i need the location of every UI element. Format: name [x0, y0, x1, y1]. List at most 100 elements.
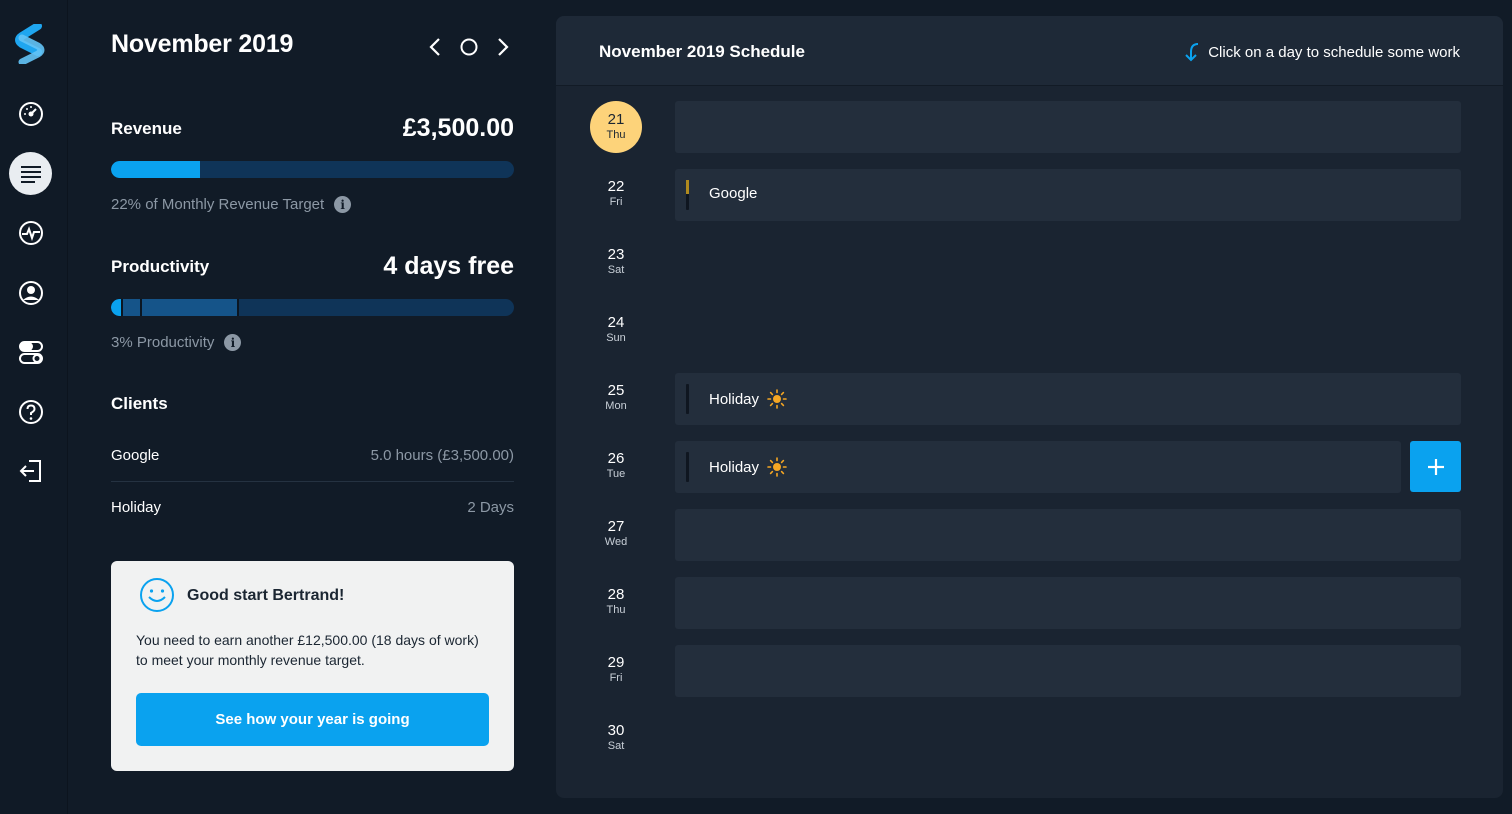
schedule-hint: Click on a day to schedule some work [1182, 42, 1460, 62]
day-number: 28 [607, 586, 625, 603]
add-work-button[interactable] [1410, 441, 1461, 492]
day-number: 21 [607, 111, 625, 128]
slot-marker [686, 452, 689, 482]
scheduled-day-slot[interactable]: Holiday [675, 373, 1461, 425]
slot-label: Google [709, 185, 757, 202]
day-of-week: Mon [605, 400, 627, 412]
day-number: 25 [607, 382, 625, 399]
day-label[interactable]: 25 Mon [591, 383, 641, 413]
revenue-note: 22% of Monthly Revenue Target i [111, 196, 352, 213]
empty-day-slot[interactable] [675, 101, 1461, 153]
day-label[interactable]: 22 Fri [591, 179, 641, 209]
productivity-value: 4 days free [383, 252, 514, 280]
day-label[interactable]: 27 Wed [591, 519, 641, 549]
motivation-card: Good start Bertrand! You need to earn an… [111, 561, 514, 771]
slot-label-text: Holiday [709, 458, 760, 476]
schedule-panel: Wed21Thu22FriGoogle23Sat24Sun25MonHolida… [556, 16, 1503, 798]
nav-logout[interactable] [9, 449, 52, 492]
productivity-note: 3% Productivity i [111, 334, 242, 351]
productivity-progress-bar [111, 299, 514, 316]
day-label[interactable]: 30 Sat [591, 723, 641, 753]
month-title: November 2019 [111, 30, 294, 58]
day-label[interactable]: 29 Fri [591, 655, 641, 685]
revenue-value: £3,500.00 [402, 114, 514, 142]
day-number: 30 [607, 722, 625, 739]
day-label[interactable]: 26 Tue [591, 451, 641, 481]
productivity-label: Productivity [111, 257, 210, 276]
logo-icon[interactable] [14, 24, 46, 64]
client-value: 2 Days [467, 498, 514, 516]
slot-marker [686, 180, 689, 210]
info-icon[interactable]: i [334, 196, 352, 213]
client-name: Holiday [111, 498, 162, 516]
day-of-week: Fri [609, 672, 623, 684]
day-label[interactable]: 28 Thu [591, 587, 641, 617]
schedule-header: November 2019 Schedule Click on a day to… [556, 16, 1503, 86]
productivity-tick [140, 299, 142, 316]
help-icon [18, 399, 43, 424]
nav-dashboard[interactable] [9, 92, 52, 135]
nav-activity[interactable] [9, 211, 52, 254]
day-number: 22 [607, 178, 625, 195]
see-year-button[interactable]: See how your year is going [136, 693, 489, 746]
plus-icon [1427, 458, 1444, 475]
summary-panel: November 2019 Revenue £3,500.00 22% of M… [111, 0, 514, 814]
settings-toggle-icon [18, 340, 43, 364]
smiley-face-icon [140, 578, 174, 612]
revenue-label: Revenue [111, 119, 182, 138]
slot-marker [686, 384, 689, 414]
schedule-list-icon [20, 165, 41, 183]
sidebar [0, 0, 68, 814]
nav-schedule[interactable] [9, 152, 52, 195]
client-row-google[interactable]: Google 5.0 hours (£3,500.00) [111, 429, 514, 481]
revenue-progress-bar [111, 161, 514, 178]
curved-arrow-down-icon [1185, 43, 1199, 62]
day-label[interactable]: 23 Sat [591, 247, 641, 277]
nav-settings[interactable] [9, 330, 52, 373]
next-month-button[interactable] [492, 36, 514, 58]
slot-label: Holiday [709, 457, 787, 477]
empty-day-slot[interactable] [675, 577, 1461, 629]
sun-icon [767, 389, 787, 409]
dashboard-icon [18, 101, 43, 126]
schedule-rows: Wed21Thu22FriGoogle23Sat24Sun25MonHolida… [556, 16, 1503, 798]
scheduled-day-slot[interactable]: Google [675, 169, 1461, 221]
day-of-week: Thu [606, 604, 626, 616]
activity-icon [18, 220, 43, 245]
day-number: 29 [607, 654, 625, 671]
day-of-week: Sat [607, 264, 625, 276]
prev-month-button[interactable] [424, 36, 446, 58]
day-label[interactable]: 24 Sun [591, 315, 641, 345]
day-number: 27 [607, 518, 625, 535]
clients-title: Clients [111, 394, 168, 413]
client-row-holiday[interactable]: Holiday 2 Days [111, 481, 514, 533]
slot-label: Holiday [709, 389, 787, 409]
current-month-button[interactable] [458, 36, 480, 58]
day-of-week: Sun [606, 332, 626, 344]
empty-day-slot[interactable] [675, 645, 1461, 697]
card-title: Good start Bertrand! [187, 587, 345, 604]
productivity-segment [121, 299, 238, 316]
card-body: You need to earn another £12,500.00 (18 … [136, 632, 479, 668]
schedule-title: November 2019 Schedule [599, 42, 805, 61]
empty-day-slot[interactable] [675, 509, 1461, 561]
chevron-left-icon [429, 38, 440, 56]
nav-help[interactable] [9, 390, 52, 433]
day-of-week: Tue [606, 468, 626, 480]
day-of-week: Wed [604, 536, 628, 548]
slot-label-text: Google [709, 185, 758, 202]
day-of-week: Fri [609, 196, 623, 208]
day-number: 23 [607, 246, 625, 263]
slot-marker-fill [686, 180, 689, 194]
nav-profile[interactable] [9, 271, 52, 314]
logout-icon [19, 459, 41, 482]
productivity-note-text: 3% Productivity [111, 334, 215, 351]
today-date-badge[interactable]: 21 Thu [590, 101, 642, 153]
client-value: 5.0 hours (£3,500.00) [370, 446, 514, 464]
circle-icon [460, 38, 478, 56]
schedule-hint-text: Click on a day to schedule some work [1208, 43, 1460, 61]
info-icon[interactable]: i [224, 334, 242, 351]
month-navigation [424, 36, 514, 58]
scheduled-day-slot[interactable]: Holiday [675, 441, 1401, 493]
day-number: 24 [607, 314, 625, 331]
